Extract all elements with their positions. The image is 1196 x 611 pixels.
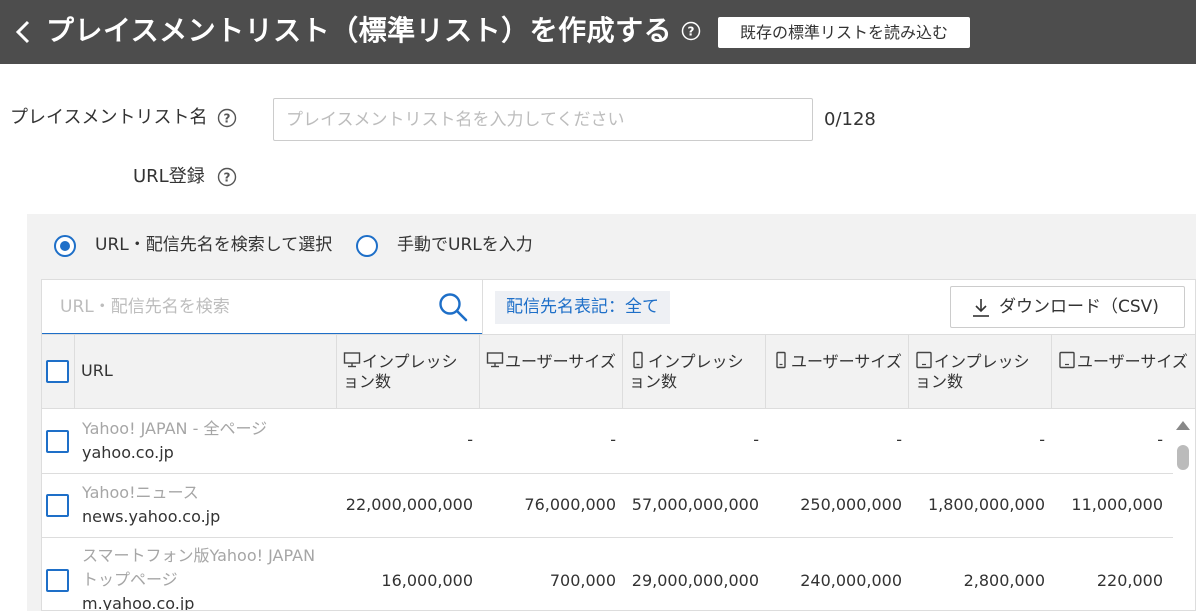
smartphone-impressions-value: - (753, 430, 759, 449)
desktop-user-size-value: 76,000,000 (524, 495, 616, 514)
column-header-label: ユーザーサイズ (1077, 352, 1188, 371)
character-counter: 0/128 (824, 109, 876, 130)
placement-name: Yahoo!ニュース (82, 483, 199, 502)
svg-text:?: ? (224, 171, 231, 185)
list-name-label: プレイスメントリスト名 (10, 107, 208, 128)
radio-manual-input-label[interactable]: 手動でURLを入力 (397, 233, 533, 257)
svg-text:?: ? (688, 25, 695, 39)
column-header-label: ユーザーサイズ (791, 352, 902, 371)
tablet-user-size-value: 220,000 (1096, 571, 1163, 590)
column-header-tablet-impressions[interactable]: インプレッション数 (908, 335, 1051, 409)
column-header-tablet-user-size[interactable]: ユーザーサイズ (1051, 335, 1195, 409)
column-header-url[interactable]: URL (74, 335, 336, 409)
download-csv-label: ダウンロード（CSV) (999, 297, 1159, 317)
smartphone-impressions-value: 57,000,000,000 (631, 495, 759, 514)
placement-domain: m.yahoo.co.jp (82, 594, 195, 611)
desktop-icon (343, 352, 361, 368)
scroll-up-arrow-icon[interactable] (1176, 421, 1190, 430)
radio-search-select-label[interactable]: URL・配信先名を検索して選択 (95, 233, 332, 257)
url-search-input[interactable] (42, 280, 482, 334)
table-row[interactable]: Yahoo!ニュース news.yahoo.co.jp 22,000,000,0… (42, 474, 1173, 538)
placement-domain: news.yahoo.co.jp (82, 507, 221, 526)
desktop-impressions-value: 22,000,000,000 (345, 495, 473, 514)
smartphone-icon (776, 351, 786, 369)
row-checkbox[interactable] (46, 430, 69, 453)
url-register-help-icon[interactable]: ? (217, 167, 237, 187)
column-header-desktop-user-size[interactable]: ユーザーサイズ (479, 335, 622, 409)
placement-name: Yahoo! JAPAN - 全ページ (82, 419, 268, 438)
desktop-impressions-value: - (467, 430, 473, 449)
table-row[interactable]: スマートフォン版Yahoo! JAPAN トップページ m.yahoo.co.j… (42, 538, 1173, 611)
smartphone-icon (633, 351, 643, 369)
url-register-label: URL登録 (133, 166, 205, 187)
list-name-help-icon[interactable]: ? (217, 108, 237, 128)
tablet-user-size-value: 11,000,000 (1071, 495, 1163, 514)
list-name-input[interactable] (273, 98, 813, 141)
row-checkbox[interactable] (46, 569, 69, 592)
placement-name-line2: トップページ (82, 570, 178, 589)
page-title: プレイスメントリスト（標準リスト）を作成する (46, 14, 673, 47)
smartphone-impressions-value: 29,000,000,000 (631, 571, 759, 590)
column-header-url-label: URL (81, 361, 113, 380)
tablet-impressions-value: - (1039, 430, 1045, 449)
desktop-user-size-value: 700,000 (549, 571, 616, 590)
tablet-user-size-value: - (1157, 430, 1163, 449)
placement-domain: yahoo.co.jp (82, 443, 174, 462)
table-header: URL インプレッション数 ユーザーサイズ インプレッション数 ユーザーサイズ … (42, 334, 1195, 409)
radio-search-select[interactable] (54, 235, 76, 257)
download-csv-button[interactable]: ダウンロード（CSV) (950, 286, 1185, 328)
scrollbar-thumb[interactable] (1177, 445, 1189, 470)
url-search-table: 配信先名表記：全て ダウンロード（CSV) URL インプレッション数 ユーザー… (41, 279, 1196, 611)
column-header-desktop-impressions[interactable]: インプレッション数 (336, 335, 479, 409)
row-checkbox[interactable] (46, 494, 69, 517)
tablet-icon (916, 351, 932, 369)
tablet-impressions-value: 1,800,000,000 (927, 495, 1045, 514)
svg-text:?: ? (224, 112, 231, 126)
column-header-label: ユーザーサイズ (505, 352, 616, 371)
load-existing-list-button[interactable]: 既存の標準リストを読み込む (718, 17, 970, 48)
column-header-smartphone-user-size[interactable]: ユーザーサイズ (765, 335, 908, 409)
select-all-checkbox[interactable] (46, 360, 69, 383)
table-row[interactable]: Yahoo! JAPAN - 全ページ yahoo.co.jp - - - - … (42, 410, 1173, 474)
display-name-filter[interactable]: 配信先名表記：全て (495, 291, 670, 324)
desktop-user-size-value: - (610, 430, 616, 449)
placement-name: スマートフォン版Yahoo! JAPAN (82, 546, 316, 565)
search-icon[interactable] (438, 292, 468, 322)
tablet-icon (1059, 351, 1075, 369)
desktop-impressions-value: 16,000,000 (381, 571, 473, 590)
smartphone-user-size-value: 240,000,000 (800, 571, 902, 590)
help-icon[interactable]: ? (681, 21, 701, 41)
back-arrow-icon[interactable] (12, 18, 34, 46)
smartphone-user-size-value: - (896, 430, 902, 449)
smartphone-user-size-value: 250,000,000 (800, 495, 902, 514)
column-header-smartphone-impressions[interactable]: インプレッション数 (622, 335, 765, 409)
download-icon (973, 299, 989, 317)
toolbar-divider (482, 280, 483, 334)
radio-manual-input[interactable] (356, 235, 378, 257)
desktop-icon (486, 352, 504, 368)
tablet-impressions-value: 2,800,000 (963, 571, 1045, 590)
page-header: プレイスメントリスト（標準リスト）を作成する ? 既存の標準リストを読み込む (0, 0, 1196, 64)
table-scrollbar[interactable] (1173, 410, 1195, 610)
